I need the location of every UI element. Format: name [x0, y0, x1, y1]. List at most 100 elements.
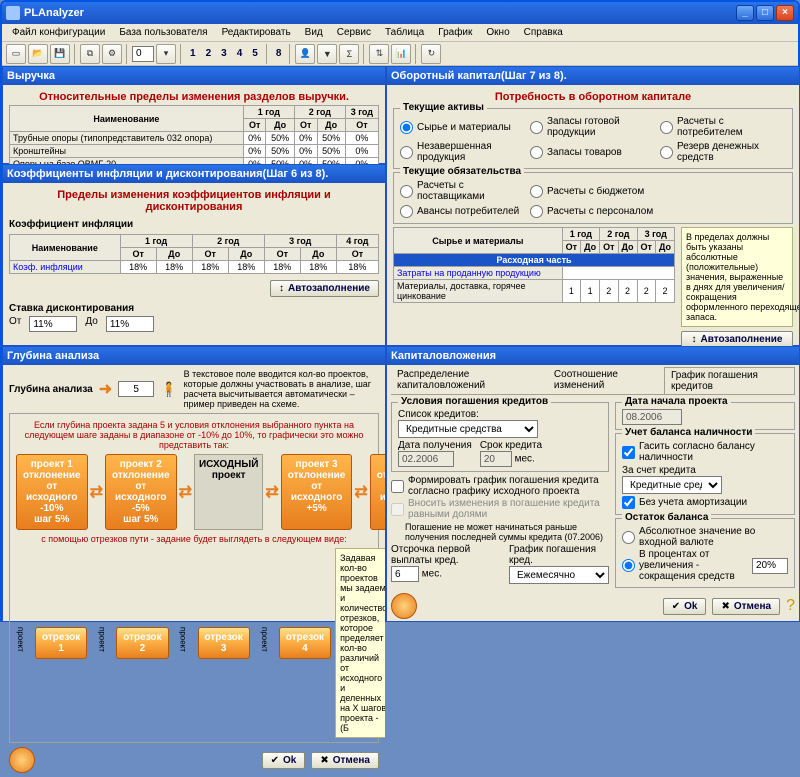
tb-open-icon[interactable]: 📂 [28, 44, 48, 64]
pct-input[interactable] [752, 558, 788, 574]
tb-funnel-icon[interactable]: ▼ [317, 44, 337, 64]
liab-radio-1[interactable] [400, 205, 413, 218]
asset-radio-4[interactable] [660, 121, 673, 134]
seal-icon [391, 593, 417, 619]
chk-amort[interactable] [622, 496, 635, 509]
table-row: Трубные опоры (типопредставитель 032 опо… [10, 132, 379, 145]
term-input [480, 451, 512, 467]
asset-radio-3[interactable] [530, 146, 543, 159]
revenue-title: Выручка [7, 70, 381, 82]
sched-select[interactable]: Ежемесячно [509, 566, 609, 584]
menu-db[interactable]: База пользователя [113, 27, 213, 38]
arrow-icon: ⇄ [179, 482, 192, 502]
wc-hint: В пределах должны быть указаны абсолютны… [681, 227, 793, 327]
revenue-window: Выручка Относительные пределы изменения … [2, 66, 386, 164]
tb-step-3[interactable]: 3 [217, 48, 231, 59]
help-icon[interactable]: ? [786, 597, 795, 615]
tb-step-4[interactable]: 4 [233, 48, 247, 59]
inflation-coef-label: Коэффициент инфляции [9, 219, 379, 230]
depth-cancel-button[interactable]: ✖ Отмена [311, 752, 379, 769]
tab-2[interactable]: График погашения кредитов [664, 367, 795, 394]
chk-equal [391, 503, 404, 516]
menu-help[interactable]: Справка [518, 27, 569, 38]
tb-step-5[interactable]: 5 [248, 48, 262, 59]
cap-window: Капиталовложения Распределение капиталов… [386, 346, 800, 622]
chk-balance[interactable] [622, 446, 635, 459]
project-box-3: проект 3отклонение от исходного +5% [281, 454, 353, 530]
tb-formula-icon[interactable]: Σ [339, 44, 359, 64]
app-title: PLAnalyzer [24, 7, 736, 19]
menu-window[interactable]: Окно [480, 27, 515, 38]
date-input [398, 451, 454, 467]
start-date-input [622, 409, 682, 425]
tb-step-8[interactable]: 8 [272, 48, 286, 59]
revenue-heading: Относительные пределы изменения разделов… [9, 89, 379, 105]
liab-radio-3[interactable] [530, 205, 543, 218]
tb-value-input[interactable] [132, 46, 154, 62]
discount-label: Ставка дисконтирования [9, 303, 379, 314]
wc-title: Оборотный капитал(Шаг 7 из 8). [391, 70, 795, 82]
project-box-1: проект 1отклонение от исходного -10%шаг … [16, 454, 88, 530]
inflation-title: Коэффициенты инфляции и дисконтирования(… [7, 168, 381, 180]
arrow-icon: ⇄ [90, 482, 103, 502]
bal-radio-abs[interactable] [622, 531, 635, 544]
autofill-button[interactable]: ↕ Автозаполнение [270, 280, 379, 297]
tab-0[interactable]: Распределение капиталовложений [391, 367, 548, 394]
discount-to-input[interactable] [106, 316, 154, 332]
depth-input[interactable] [118, 381, 154, 397]
tb-sort-icon[interactable]: ⇅ [369, 44, 389, 64]
arrow-right-icon: ➜ [99, 379, 112, 399]
menu-file[interactable]: Файл конфигурации [6, 27, 111, 38]
segment-3: отрезок 3 [198, 627, 250, 659]
liab-radio-2[interactable] [530, 185, 543, 198]
segment-1: отрезок 1 [35, 627, 87, 659]
person-icon: 🧍 [160, 381, 177, 398]
arrow-icon: ⇄ [265, 482, 278, 502]
tb-copy-icon[interactable]: ⧉ [80, 44, 100, 64]
chk-form-graph[interactable] [391, 480, 404, 493]
minimize-button[interactable]: _ [736, 5, 754, 21]
asset-radio-2[interactable] [530, 121, 543, 134]
maximize-button[interactable]: □ [756, 5, 774, 21]
tb-refresh-icon[interactable]: ↻ [421, 44, 441, 64]
depth-ok-button[interactable]: ✔ Ok [262, 752, 306, 769]
seal-icon [9, 747, 35, 773]
bal-radio-pct[interactable] [622, 559, 635, 572]
close-button[interactable]: × [776, 5, 794, 21]
table-row: Кронштейны0%50%0%50%0% [10, 145, 379, 158]
asset-radio-0[interactable] [400, 121, 413, 134]
credit-select[interactable]: Кредитные средства [398, 420, 538, 438]
tb-chart-icon[interactable]: 📊 [391, 44, 411, 64]
menu-graph[interactable]: График [432, 27, 478, 38]
wc-window: Оборотный капитал(Шаг 7 из 8). Потребнос… [386, 66, 800, 346]
tb-save-icon[interactable]: 💾 [50, 44, 70, 64]
asset-radio-5[interactable] [660, 146, 673, 159]
liab-radio-0[interactable] [400, 185, 413, 198]
cap-cancel-button[interactable]: ✖ Отмена [712, 598, 780, 615]
wc-table[interactable]: Сырье и материалы1 год2 год3 год ОтДоОтД… [393, 227, 675, 303]
tb-new-icon[interactable]: ▭ [6, 44, 26, 64]
tb-step-2[interactable]: 2 [202, 48, 216, 59]
tab-1[interactable]: Соотношение изменений [548, 367, 664, 394]
project-box-base: ИСХОДНЫЙ проект [194, 454, 263, 530]
menu-edit[interactable]: Редактировать [216, 27, 297, 38]
tb-dropdown-icon[interactable]: ▾ [156, 44, 176, 64]
project-box-2: проект 2отклонение от исходного -5%шаг 5… [105, 454, 177, 530]
menu-service[interactable]: Сервис [331, 27, 377, 38]
credit-src-select[interactable]: Кредитные средства [622, 476, 722, 494]
tb-config-icon[interactable]: ⚙ [102, 44, 122, 64]
inflation-table[interactable]: Наименование 1 год 2 год 3 год 4 год ОтД… [9, 234, 379, 274]
discount-from-input[interactable] [29, 316, 77, 332]
menu-table[interactable]: Таблица [379, 27, 430, 38]
cap-ok-button[interactable]: ✔ Ok [663, 598, 707, 615]
delay-input[interactable] [391, 566, 419, 582]
segment-4: отрезок 4 [279, 627, 331, 659]
depth-window: Глубина анализа Глубина анализа ➜ 🧍 В те… [2, 346, 386, 622]
tb-step-1[interactable]: 1 [186, 48, 200, 59]
menu-view[interactable]: Вид [299, 27, 329, 38]
app-icon [6, 6, 20, 20]
inflation-window: Коэффициенты инфляции и дисконтирования(… [2, 164, 386, 346]
app-titlebar: PLAnalyzer _ □ × [2, 2, 798, 24]
tb-person-icon[interactable]: 👤 [295, 44, 315, 64]
asset-radio-1[interactable] [400, 146, 413, 159]
